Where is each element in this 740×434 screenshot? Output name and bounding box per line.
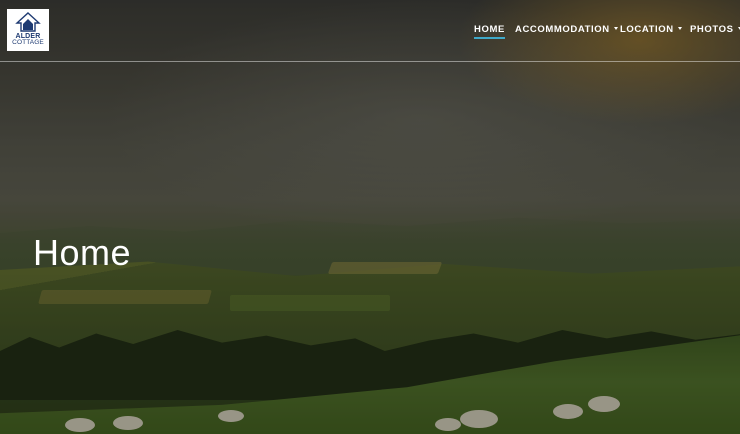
nav-photos-label: PHOTOS (690, 24, 734, 35)
nav-photos[interactable]: PHOTOS (690, 24, 740, 35)
darken-overlay (0, 0, 740, 434)
nav-location-label: LOCATION (620, 24, 674, 35)
caret-down-icon (613, 27, 618, 30)
logo-text-cottage: COTTAGE (12, 39, 44, 46)
nav-home-label: HOME (474, 24, 505, 35)
site-logo[interactable]: ALDER COTTAGE (7, 9, 49, 51)
hero-background-photo (0, 0, 740, 434)
site-header: ALDER COTTAGE HOME ACCOMMODATION LOCATIO… (0, 0, 740, 62)
active-underline (474, 37, 505, 39)
nav-location[interactable]: LOCATION (620, 24, 682, 35)
caret-down-icon (677, 27, 682, 30)
nav-home[interactable]: HOME (474, 24, 505, 39)
nav-accommodation[interactable]: ACCOMMODATION (515, 24, 618, 35)
nav-accommodation-label: ACCOMMODATION (515, 24, 610, 35)
cottage-icon (15, 12, 41, 32)
page-title: Home (33, 232, 132, 273)
